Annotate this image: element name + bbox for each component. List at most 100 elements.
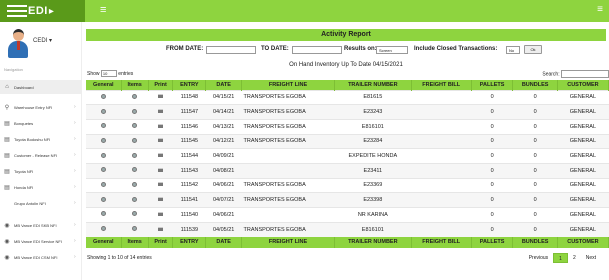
general-icon[interactable] bbox=[101, 137, 107, 143]
items-cell[interactable] bbox=[121, 162, 149, 179]
print-cell[interactable] bbox=[148, 104, 173, 120]
items-cell[interactable] bbox=[121, 207, 149, 223]
next-button[interactable]: Next bbox=[581, 253, 601, 263]
column-header[interactable]: BUNDLES bbox=[512, 80, 558, 90]
column-header[interactable]: Print bbox=[148, 80, 174, 90]
column-header[interactable]: Items bbox=[121, 236, 149, 248]
brand-logo[interactable]: EDI ▸ bbox=[0, 0, 85, 22]
column-header[interactable]: PALLETS bbox=[471, 236, 514, 248]
column-header[interactable]: DATE bbox=[205, 80, 242, 90]
general-cell[interactable] bbox=[86, 162, 122, 179]
page-button-1[interactable]: 1 bbox=[553, 253, 568, 263]
ok-button[interactable]: Ok bbox=[524, 45, 542, 54]
from-date-input[interactable] bbox=[206, 46, 256, 54]
column-header[interactable]: General bbox=[86, 236, 122, 248]
print-icon[interactable] bbox=[158, 153, 164, 158]
column-header[interactable]: DATE bbox=[205, 236, 242, 248]
sidebar-item[interactable]: ▤ Toyota Bodoshu NFI › bbox=[0, 132, 82, 146]
print-icon[interactable] bbox=[158, 167, 164, 172]
print-cell[interactable] bbox=[148, 133, 173, 149]
items-cell[interactable] bbox=[121, 89, 149, 105]
general-cell[interactable] bbox=[86, 118, 122, 135]
column-header[interactable]: FREIGHT BILL bbox=[411, 80, 472, 90]
items-icon[interactable] bbox=[132, 123, 138, 129]
items-icon[interactable] bbox=[132, 181, 138, 187]
print-icon[interactable] bbox=[158, 94, 164, 99]
page-length-select[interactable]: 10 bbox=[100, 70, 117, 77]
items-cell[interactable] bbox=[121, 148, 149, 164]
print-cell[interactable] bbox=[148, 177, 173, 193]
column-header[interactable]: TRAILER NUMBER bbox=[334, 80, 412, 90]
print-icon[interactable] bbox=[158, 197, 164, 202]
sidebar-item[interactable]: ◉ MB Vance EDI Service NFI › bbox=[0, 234, 82, 248]
items-icon[interactable] bbox=[132, 196, 138, 202]
general-icon[interactable] bbox=[101, 226, 107, 232]
sidebar-item[interactable]: ▤ Customer - Release NFI › bbox=[0, 148, 82, 162]
print-icon[interactable] bbox=[158, 182, 164, 187]
items-cell[interactable] bbox=[121, 133, 149, 149]
general-cell[interactable] bbox=[86, 207, 122, 223]
hamburger-icon[interactable]: ≡ bbox=[100, 4, 106, 16]
column-header[interactable]: PALLETS bbox=[471, 80, 514, 90]
items-cell[interactable] bbox=[121, 192, 149, 208]
column-header[interactable]: FREIGHT LINE bbox=[241, 236, 336, 248]
general-icon[interactable] bbox=[101, 181, 107, 187]
results-select[interactable]: Screen bbox=[376, 46, 408, 54]
print-cell[interactable] bbox=[148, 192, 173, 208]
sidebar-item[interactable]: ⌂ Dashboard bbox=[0, 80, 82, 94]
print-cell[interactable] bbox=[148, 89, 173, 105]
column-header[interactable]: FREIGHT LINE bbox=[241, 80, 336, 90]
general-cell[interactable] bbox=[86, 104, 122, 120]
items-icon[interactable] bbox=[132, 108, 138, 114]
general-icon[interactable] bbox=[101, 93, 107, 99]
items-icon[interactable] bbox=[132, 93, 138, 99]
print-icon[interactable] bbox=[158, 211, 164, 216]
column-header[interactable]: ENTRY bbox=[172, 80, 207, 90]
general-icon[interactable] bbox=[101, 167, 107, 173]
search-input[interactable] bbox=[561, 70, 609, 78]
general-icon[interactable] bbox=[101, 108, 107, 114]
sidebar-item[interactable]: ▤ Bonquetes › bbox=[0, 116, 82, 130]
sidebar-item[interactable]: ▤ Honda NFI › bbox=[0, 180, 82, 194]
sidebar-item[interactable]: ▤ Toyota NFI › bbox=[0, 164, 82, 178]
general-cell[interactable] bbox=[86, 89, 122, 105]
items-icon[interactable] bbox=[132, 226, 138, 232]
items-icon[interactable] bbox=[132, 211, 138, 217]
general-icon[interactable] bbox=[101, 211, 107, 217]
general-icon[interactable] bbox=[101, 152, 107, 158]
print-cell[interactable] bbox=[148, 148, 173, 164]
general-cell[interactable] bbox=[86, 148, 122, 164]
items-cell[interactable] bbox=[121, 118, 149, 135]
items-cell[interactable] bbox=[121, 221, 149, 237]
sidebar-item[interactable]: ⚲ Warehouse Entry NFI › bbox=[0, 100, 82, 114]
general-icon[interactable] bbox=[101, 196, 107, 202]
print-icon[interactable] bbox=[158, 109, 164, 114]
general-cell[interactable] bbox=[86, 221, 122, 237]
column-header[interactable]: ENTRY bbox=[172, 236, 207, 248]
previous-button[interactable]: Previous bbox=[524, 253, 553, 263]
column-header[interactable]: Items bbox=[121, 80, 149, 90]
settings-menu-icon[interactable]: ≡ bbox=[597, 4, 603, 15]
print-icon[interactable] bbox=[158, 138, 164, 143]
to-date-input[interactable] bbox=[292, 46, 342, 54]
print-cell[interactable] bbox=[148, 162, 173, 179]
column-header[interactable]: FREIGHT BILL bbox=[411, 236, 472, 248]
column-header[interactable]: CUSTOMER bbox=[557, 236, 609, 248]
general-cell[interactable] bbox=[86, 133, 122, 149]
print-cell[interactable] bbox=[148, 207, 173, 223]
items-icon[interactable] bbox=[132, 167, 138, 173]
items-cell[interactable] bbox=[121, 104, 149, 120]
page-button-2[interactable]: 2 bbox=[568, 253, 581, 263]
print-cell[interactable] bbox=[148, 118, 173, 135]
general-cell[interactable] bbox=[86, 177, 122, 193]
closed-transactions-select[interactable]: No bbox=[506, 46, 520, 54]
column-header[interactable]: CUSTOMER bbox=[557, 80, 609, 90]
print-cell[interactable] bbox=[148, 221, 173, 237]
sidebar-item[interactable]: Grupo Antolin NFI › bbox=[0, 196, 82, 210]
general-icon[interactable] bbox=[101, 123, 107, 129]
user-menu[interactable]: CEDI ▾ bbox=[33, 37, 52, 44]
sidebar-item[interactable]: ◉ MB Vance EDI CSM NFI › bbox=[0, 250, 82, 264]
print-icon[interactable] bbox=[158, 226, 164, 231]
sidebar-item[interactable]: ◉ MB Vance EDI SKB NFI › bbox=[0, 218, 82, 232]
column-header[interactable]: TRAILER NUMBER bbox=[334, 236, 412, 248]
